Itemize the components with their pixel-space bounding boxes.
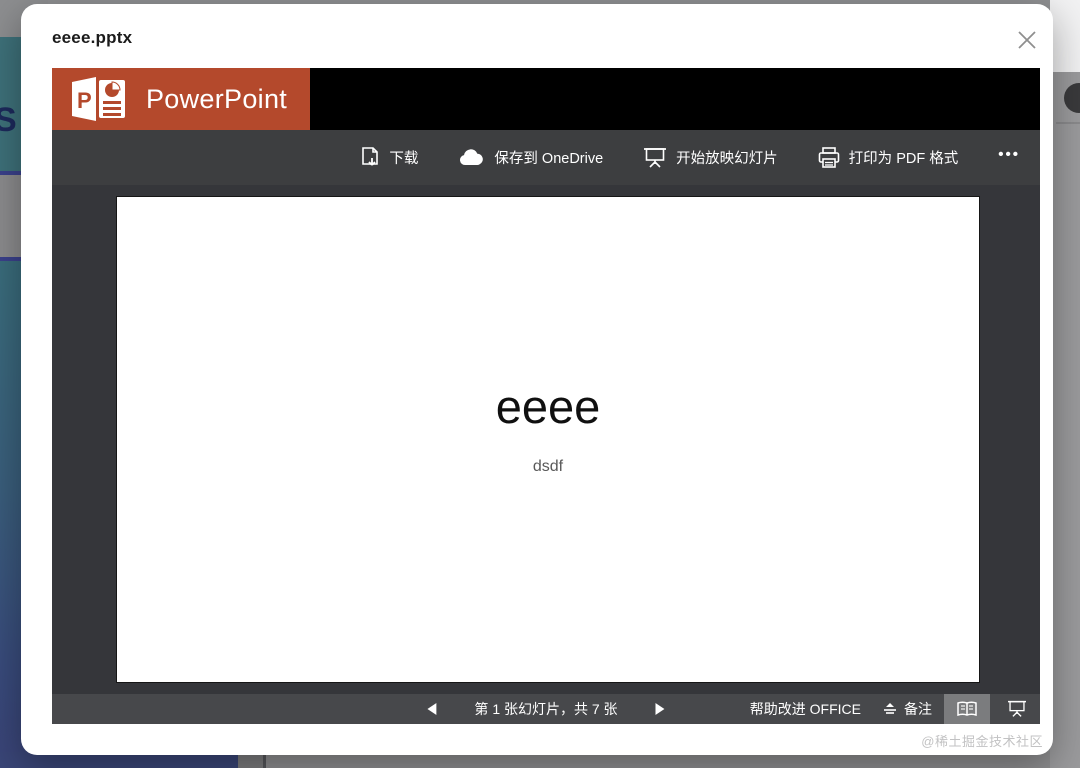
slideshow-view-button[interactable]: [994, 694, 1040, 724]
slide-position-text: 第 1 张幻灯片，共 7 张: [474, 701, 618, 717]
previous-slide-button[interactable]: [427, 703, 437, 715]
open-book-icon: [957, 701, 977, 717]
powerpoint-brand: P PowerPoint: [52, 68, 310, 130]
slide-title-text: eeee: [495, 380, 601, 433]
left-arrow-icon: [427, 703, 437, 715]
print-pdf-button[interactable]: 打印为 PDF 格式: [818, 146, 959, 169]
watermark: @稀土掘金技术社区: [921, 734, 1043, 749]
background-right-strip: [1050, 72, 1080, 768]
download-icon: [362, 146, 379, 166]
printer-icon: [818, 146, 839, 168]
slide[interactable]: eeee dsdf: [116, 196, 980, 683]
slideshow-screen-icon: [1008, 700, 1026, 717]
close-button[interactable]: [1007, 20, 1047, 60]
close-icon: [1018, 31, 1036, 49]
background-right-strip: [1050, 0, 1080, 72]
save-to-onedrive-button[interactable]: 保存到 OneDrive: [458, 147, 603, 168]
background-divider: [1056, 122, 1080, 124]
save-onedrive-label: 保存到 OneDrive: [494, 151, 604, 167]
ellipsis-icon: •••: [998, 146, 1020, 163]
viewer-toolbar: 下载 保存到 OneDrive 开始放映幻灯片 打印为 PDF 格式 •••: [52, 130, 1040, 185]
app-name: PowerPoint: [146, 83, 288, 114]
statusbar-right-group: 帮助改进 OFFICE 备注: [750, 694, 1040, 724]
more-options-button[interactable]: •••: [998, 146, 1020, 169]
svg-text:P: P: [77, 88, 92, 113]
slide-canvas-area: eeee dsdf: [52, 185, 1040, 694]
download-label: 下载: [389, 151, 419, 167]
powerpoint-logo-icon: P: [72, 77, 125, 121]
print-pdf-label: 打印为 PDF 格式: [848, 151, 959, 167]
notes-icon: [884, 703, 896, 714]
background-letter-fragment: S: [0, 101, 17, 139]
file-title: eeee.pptx: [52, 28, 133, 47]
reading-view-button[interactable]: [944, 694, 990, 724]
right-arrow-icon: [655, 703, 665, 715]
start-slideshow-button[interactable]: 开始放映幻灯片: [643, 147, 778, 169]
viewer-statusbar: 第 1 张幻灯片，共 7 张 帮助改进 OFFICE 备注: [52, 694, 1040, 724]
download-button[interactable]: 下载: [361, 146, 419, 169]
slide-navigation: 第 1 张幻灯片，共 7 张: [427, 694, 665, 724]
start-slideshow-label: 开始放映幻灯片: [676, 151, 778, 167]
onedrive-cloud-icon: [460, 148, 484, 165]
powerpoint-viewer: P PowerPoint 下载 保存到 OneDrive 开始放映幻灯片 打印为…: [52, 68, 1040, 728]
file-preview-modal: eeee.pptx P PowerPoint 下载 保存到 OneDrive 开…: [21, 4, 1053, 755]
notes-label: 备注: [904, 701, 932, 717]
brand-header-spacer: [310, 68, 1040, 130]
slideshow-screen-icon: [644, 147, 667, 168]
notes-toggle[interactable]: 备注: [883, 699, 932, 719]
slide-subtitle-text: dsdf: [532, 458, 564, 475]
help-improve-link[interactable]: 帮助改进 OFFICE: [750, 699, 861, 719]
brand-header: P PowerPoint: [52, 68, 1040, 130]
next-slide-button[interactable]: [655, 703, 665, 715]
